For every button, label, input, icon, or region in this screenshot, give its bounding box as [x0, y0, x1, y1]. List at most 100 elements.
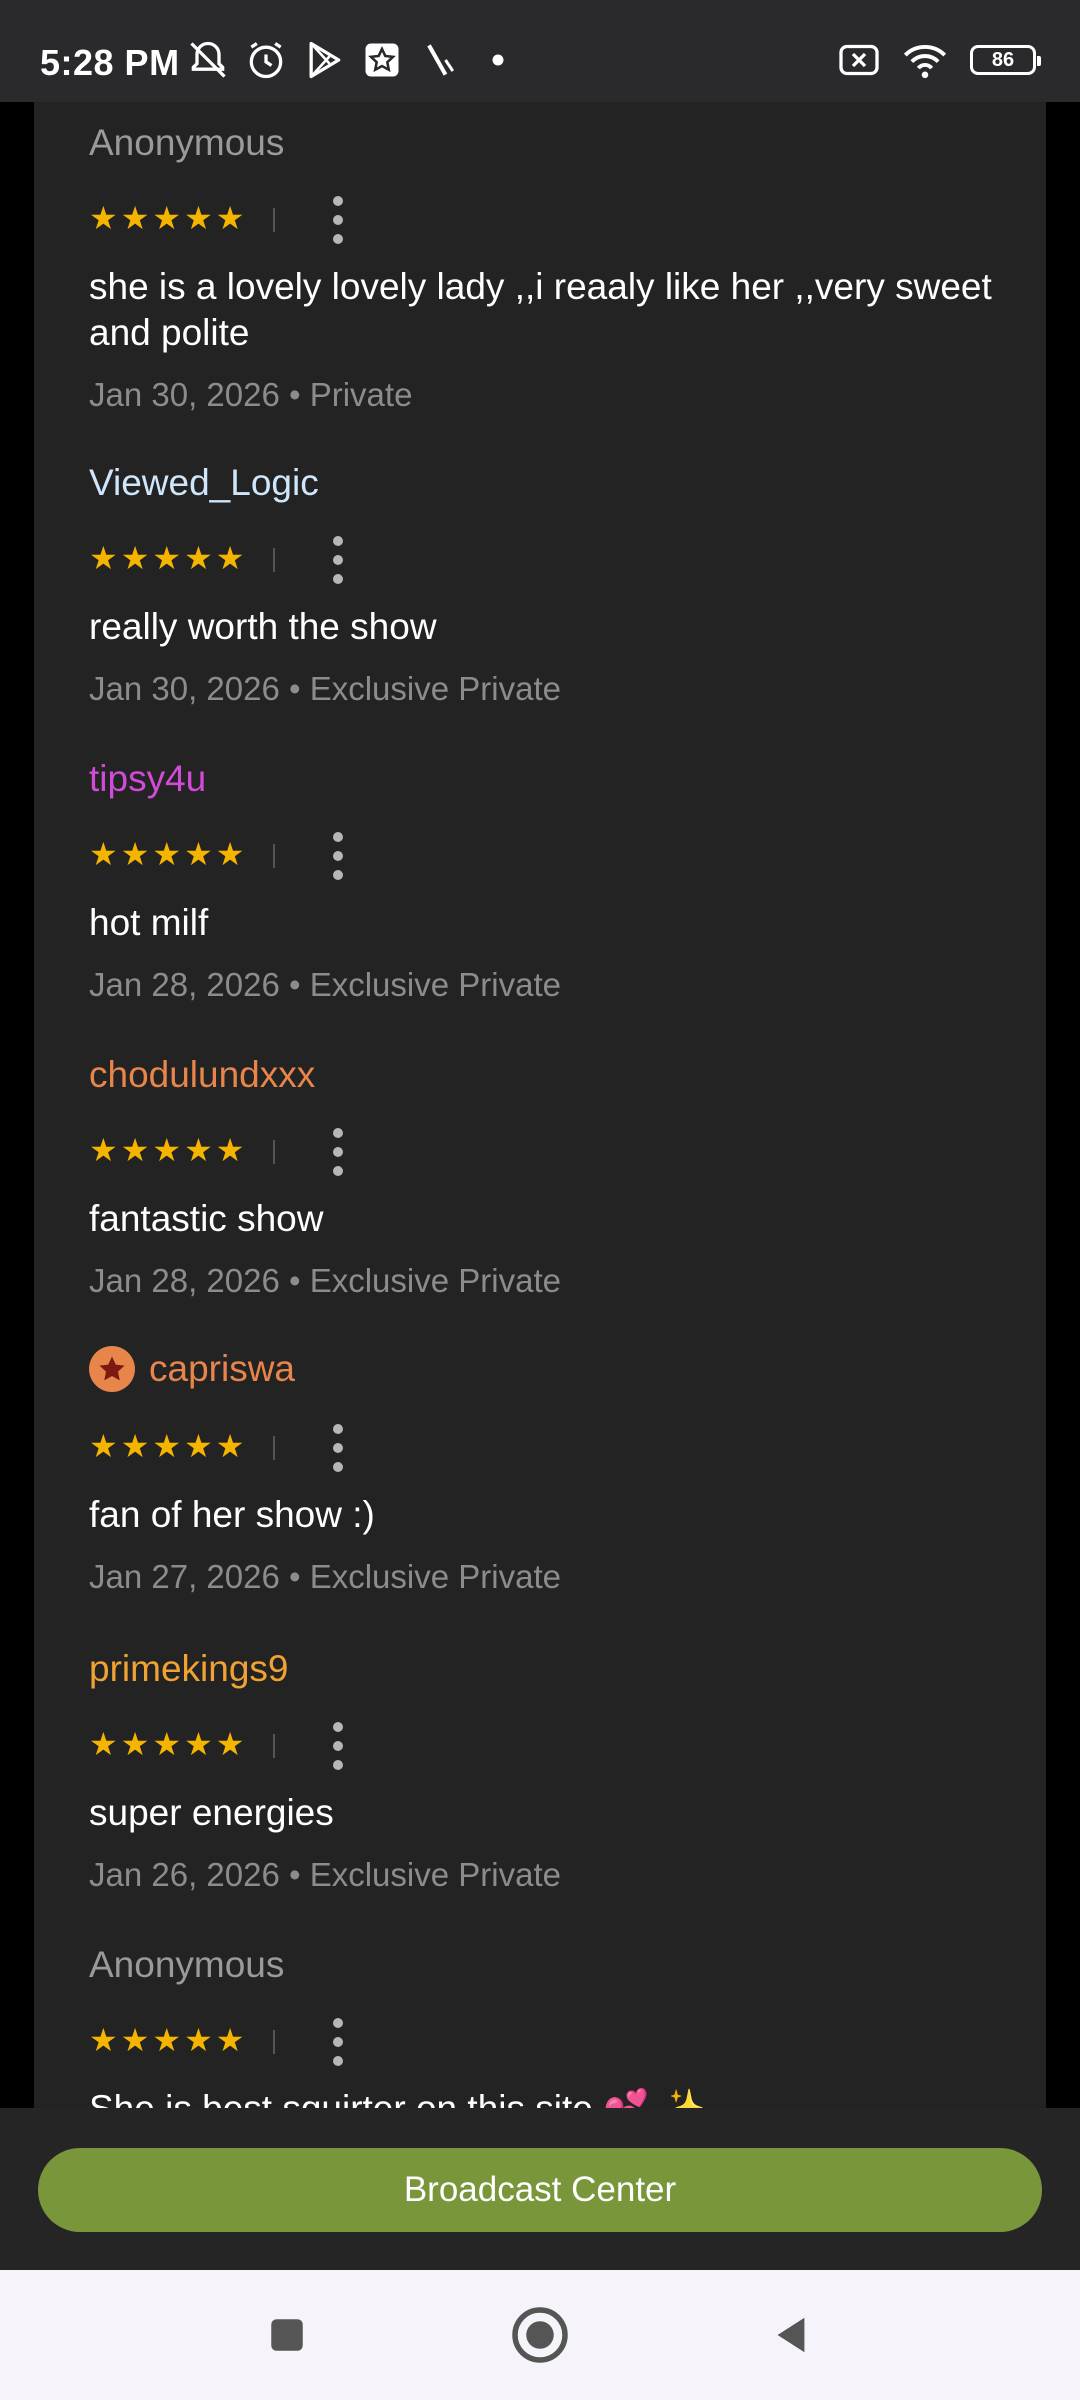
more-options-icon[interactable]: [326, 1128, 350, 1176]
alarm-icon: [249, 42, 283, 79]
more-options-icon[interactable]: [326, 1424, 350, 1472]
bottom-action-bar: Broadcast Center: [0, 2108, 1080, 2270]
review-text: fan of her show :): [89, 1494, 375, 1535]
more-options-icon[interactable]: [326, 832, 350, 880]
rating-stars: ★ ★ ★ ★ ★: [89, 202, 244, 234]
star-badge-icon: [89, 1346, 135, 1392]
rating-stars: ★ ★ ★ ★ ★: [89, 542, 244, 574]
sim-blocked-icon: [839, 44, 879, 76]
star-icon: ★: [215, 1726, 245, 1762]
system-nav-bar: [0, 2270, 1080, 2400]
star-icon: ★: [89, 1132, 118, 1168]
reviewer-name[interactable]: Viewed_Logic: [89, 462, 319, 504]
rating-stars: ★ ★ ★ ★ ★: [89, 1134, 244, 1166]
status-time: 5:28 PM: [40, 42, 180, 83]
review-text: really worth the show: [89, 606, 437, 647]
star-icon: ★: [152, 2022, 182, 2058]
rating-divider: [273, 208, 275, 232]
star-icon: ★: [184, 200, 213, 236]
reviewer-name[interactable]: tipsy4u: [89, 758, 206, 800]
star-icon: ★: [120, 540, 150, 576]
review-meta: Jan 28, 2026 • Exclusive Private: [89, 1262, 561, 1299]
review-meta: Jan 27, 2026 • Exclusive Private: [89, 1558, 561, 1595]
more-options-icon[interactable]: [326, 196, 350, 244]
star-icon: ★: [184, 1132, 213, 1168]
home-circle-icon[interactable]: [505, 2300, 575, 2370]
star-icon: ★: [152, 200, 182, 236]
rating-stars: ★ ★ ★ ★ ★: [89, 2024, 244, 2056]
star-icon: ★: [215, 540, 245, 576]
rating-divider: [273, 1734, 275, 1758]
star-icon: ★: [120, 200, 150, 236]
review-text: She is best squirter on this site 💕 ✨: [89, 2086, 1029, 2108]
star-icon: ★: [120, 2022, 150, 2058]
slash-app-icon: [427, 44, 455, 76]
star-icon: ★: [184, 540, 213, 576]
reviewer-name-row[interactable]: capriswa: [89, 1346, 295, 1392]
rating-divider: [273, 844, 275, 868]
star-icon: ★: [89, 540, 118, 576]
system-icons: 86: [838, 40, 1041, 80]
back-triangle-icon[interactable]: [756, 2300, 826, 2370]
notification-icons: [186, 38, 520, 82]
star-icon: ★: [89, 1428, 118, 1464]
more-options-icon[interactable]: [326, 1722, 350, 1770]
star-icon: ★: [184, 1428, 213, 1464]
reviewer-name: Anonymous: [89, 122, 285, 163]
rating-stars: ★ ★ ★ ★ ★: [89, 838, 244, 870]
more-options-icon[interactable]: [326, 536, 350, 584]
star-icon: ★: [152, 1428, 182, 1464]
star-icon: ★: [89, 1726, 118, 1762]
recents-square-icon[interactable]: [252, 2300, 322, 2370]
star-icon: ★: [152, 540, 182, 576]
status-bar: 5:28 PM 86: [0, 0, 1080, 102]
reviewer-name[interactable]: primekings9: [89, 1648, 288, 1690]
reviews-list[interactable]: Anonymous ★ ★ ★ ★ ★ she is a lovely lovely l…: [34, 102, 1046, 2108]
star-icon: ★: [215, 836, 245, 872]
star-app-icon: [365, 43, 399, 77]
review-meta: Jan 30, 2026 • Private: [89, 376, 413, 413]
wifi-icon: [903, 44, 947, 79]
star-icon: ★: [215, 200, 245, 236]
broadcast-center-button[interactable]: Broadcast Center: [38, 2148, 1042, 2232]
star-icon: ★: [152, 1132, 182, 1168]
review-meta: Jan 26, 2026 • Exclusive Private: [89, 1856, 561, 1893]
dot-icon: [492, 54, 504, 66]
review-text: super energies: [89, 1792, 334, 1833]
reviewer-name: capriswa: [149, 1348, 295, 1389]
star-icon: ★: [120, 1428, 150, 1464]
star-icon: ★: [152, 836, 182, 872]
reviewer-name[interactable]: chodulundxxx: [89, 1054, 315, 1096]
review-meta: Jan 30, 2026 • Exclusive Private: [89, 670, 561, 707]
rating-divider: [273, 2030, 275, 2054]
star-icon: ★: [184, 1726, 213, 1762]
star-icon: ★: [89, 200, 118, 236]
star-icon: ★: [152, 1726, 182, 1762]
battery-icon: 86: [970, 45, 1041, 75]
rating-stars: ★ ★ ★ ★ ★: [89, 1430, 244, 1462]
rating-divider: [273, 1140, 275, 1164]
battery-level: 86: [991, 48, 1015, 71]
star-icon: ★: [215, 1428, 245, 1464]
star-icon: ★: [89, 836, 118, 872]
star-icon: ★: [120, 1132, 150, 1168]
rating-divider: [273, 1436, 275, 1460]
rating-divider: [273, 548, 275, 572]
review-text: hot milf: [89, 902, 209, 943]
reviewer-name: Anonymous: [89, 1944, 285, 1985]
play-store-icon: [309, 41, 341, 79]
star-icon: ★: [89, 2022, 118, 2058]
review-text: she is a lovely lovely lady ,,i reaaly l…: [89, 266, 992, 353]
star-icon: ★: [120, 1726, 150, 1762]
left-gutter: [0, 102, 34, 2108]
rating-stars: ★ ★ ★ ★ ★: [89, 1728, 244, 1760]
bell-off-icon: [190, 41, 226, 78]
more-options-icon[interactable]: [326, 2018, 350, 2066]
star-icon: ★: [215, 2022, 245, 2058]
star-icon: ★: [120, 836, 150, 872]
review-text: fantastic show: [89, 1198, 324, 1239]
star-icon: ★: [184, 2022, 213, 2058]
review-meta: Jan 28, 2026 • Exclusive Private: [89, 966, 561, 1003]
star-icon: ★: [184, 836, 213, 872]
right-gutter: [1046, 102, 1080, 2108]
